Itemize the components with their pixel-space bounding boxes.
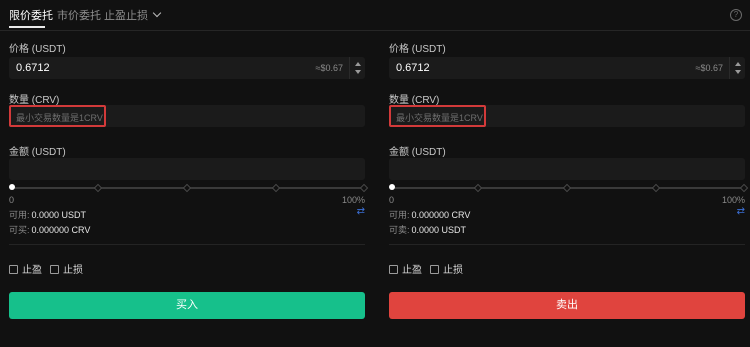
sell-price-approx: ≈$0.67 [695, 63, 723, 73]
checkbox-icon [9, 265, 18, 274]
chevron-down-icon [152, 8, 162, 18]
sell-percent-slider[interactable] [389, 182, 749, 194]
sell-take-profit-label: 止盈 [402, 265, 422, 276]
question-circle-icon[interactable]: ? [730, 9, 742, 21]
buy-price-input[interactable]: 0.6712 ≈$0.67 [9, 57, 365, 79]
tab-limit-order[interactable]: 限价委托 [9, 7, 53, 23]
buy-slider-max: 100% [341, 195, 365, 205]
sell-stop-loss-checkbox[interactable]: 止损 [430, 261, 463, 276]
slider-mark-100[interactable] [739, 183, 749, 193]
checkbox-icon [50, 265, 59, 274]
sell-price-value: 0.6712 [396, 62, 430, 74]
slider-mark-25[interactable] [93, 183, 103, 193]
sell-qty-highlight: 最小交易数量是1CRV [389, 105, 486, 127]
buy-price-label: 价格 (USDT) [9, 44, 66, 55]
caret-down-icon[interactable] [355, 70, 361, 74]
caret-up-icon[interactable] [355, 62, 361, 66]
swap-arrows-icon[interactable]: ⇄ [357, 206, 365, 217]
sell-button[interactable]: 卖出 [389, 292, 745, 319]
buy-available: 可用: 0.0000 USDT [9, 208, 86, 221]
buy-button[interactable]: 买入 [9, 292, 365, 319]
buy-price-approx: ≈$0.67 [315, 63, 343, 73]
tab-stop-order-label: 止盈止损 [104, 10, 148, 22]
buy-panel: 价格 (USDT) 0.6712 ≈$0.67 数量 (CRV) 最小交易数量是… [9, 30, 369, 347]
slider-mark-75[interactable] [271, 183, 281, 193]
sell-take-profit-checkbox[interactable]: 止盈 [389, 261, 422, 276]
buy-qty-label: 数量 (CRV) [9, 95, 60, 106]
sell-sellable: 可卖: 0.0000 USDT [389, 223, 466, 236]
tab-market-order[interactable]: 市价委托 [57, 7, 101, 23]
sell-qty-placeholder: 最小交易数量是1CRV [396, 113, 483, 123]
slider-mark-25[interactable] [473, 183, 483, 193]
buy-stop-loss-label: 止损 [63, 265, 83, 276]
slider-mark-50[interactable] [182, 183, 192, 193]
buy-amount-label: 金额 (USDT) [9, 147, 66, 158]
buy-qty-highlight: 最小交易数量是1CRV [9, 105, 106, 127]
sell-qty-input[interactable]: 最小交易数量是1CRV [389, 105, 745, 127]
buy-buyable: 可买: 0.000000 CRV [9, 223, 90, 236]
tab-stop-order[interactable]: 止盈止损 [104, 7, 162, 23]
divider [9, 244, 365, 245]
sell-panel: 价格 (USDT) 0.6712 ≈$0.67 数量 (CRV) 最小交易数量是… [389, 30, 749, 347]
buy-price-value: 0.6712 [16, 62, 50, 74]
sell-amount-label: 金额 (USDT) [389, 147, 446, 158]
sell-available-value: 0.000000 CRV [411, 210, 471, 220]
buy-available-label: 可用: [9, 210, 30, 220]
sell-sellable-value: 0.0000 USDT [411, 225, 467, 235]
slider-mark-50[interactable] [562, 183, 572, 193]
caret-down-icon[interactable] [735, 70, 741, 74]
sell-sellable-label: 可卖: [389, 225, 410, 235]
order-form: 限价委托 市价委托 止盈止损 ? 价格 (USDT) 0.6712 ≈$0.67… [0, 0, 750, 347]
buy-qty-placeholder: 最小交易数量是1CRV [16, 113, 103, 123]
buy-buyable-label: 可买: [9, 225, 30, 235]
sell-price-input[interactable]: 0.6712 ≈$0.67 [389, 57, 745, 79]
slider-handle[interactable] [389, 184, 395, 190]
buy-amount-input[interactable] [9, 158, 365, 180]
buy-percent-slider[interactable] [9, 182, 369, 194]
buy-available-value: 0.0000 USDT [31, 210, 87, 220]
buy-slider-min: 0 [9, 195, 15, 205]
sell-available: 可用: 0.000000 CRV [389, 208, 470, 221]
buy-buyable-value: 0.000000 CRV [31, 225, 91, 235]
buy-stop-loss-checkbox[interactable]: 止损 [50, 261, 83, 276]
buy-take-profit-checkbox[interactable]: 止盈 [9, 261, 42, 276]
sell-stop-loss-label: 止损 [443, 265, 463, 276]
order-type-tabs: 限价委托 市价委托 止盈止损 ? [0, 0, 750, 31]
sell-available-label: 可用: [389, 210, 410, 220]
slider-handle[interactable] [9, 184, 15, 190]
buy-price-stepper[interactable] [349, 57, 365, 79]
active-tab-underline [9, 26, 45, 28]
slider-mark-100[interactable] [359, 183, 369, 193]
sell-qty-label: 数量 (CRV) [389, 95, 440, 106]
sell-price-stepper[interactable] [729, 57, 745, 79]
sell-slider-min: 0 [389, 195, 395, 205]
swap-arrows-icon[interactable]: ⇄ [737, 206, 745, 217]
buy-take-profit-label: 止盈 [22, 265, 42, 276]
slider-mark-75[interactable] [651, 183, 661, 193]
checkbox-icon [389, 265, 398, 274]
sell-amount-input[interactable] [389, 158, 745, 180]
buy-qty-input[interactable]: 最小交易数量是1CRV [9, 105, 365, 127]
checkbox-icon [430, 265, 439, 274]
caret-up-icon[interactable] [735, 62, 741, 66]
sell-slider-max: 100% [721, 195, 745, 205]
sell-price-label: 价格 (USDT) [389, 44, 446, 55]
divider [389, 244, 745, 245]
